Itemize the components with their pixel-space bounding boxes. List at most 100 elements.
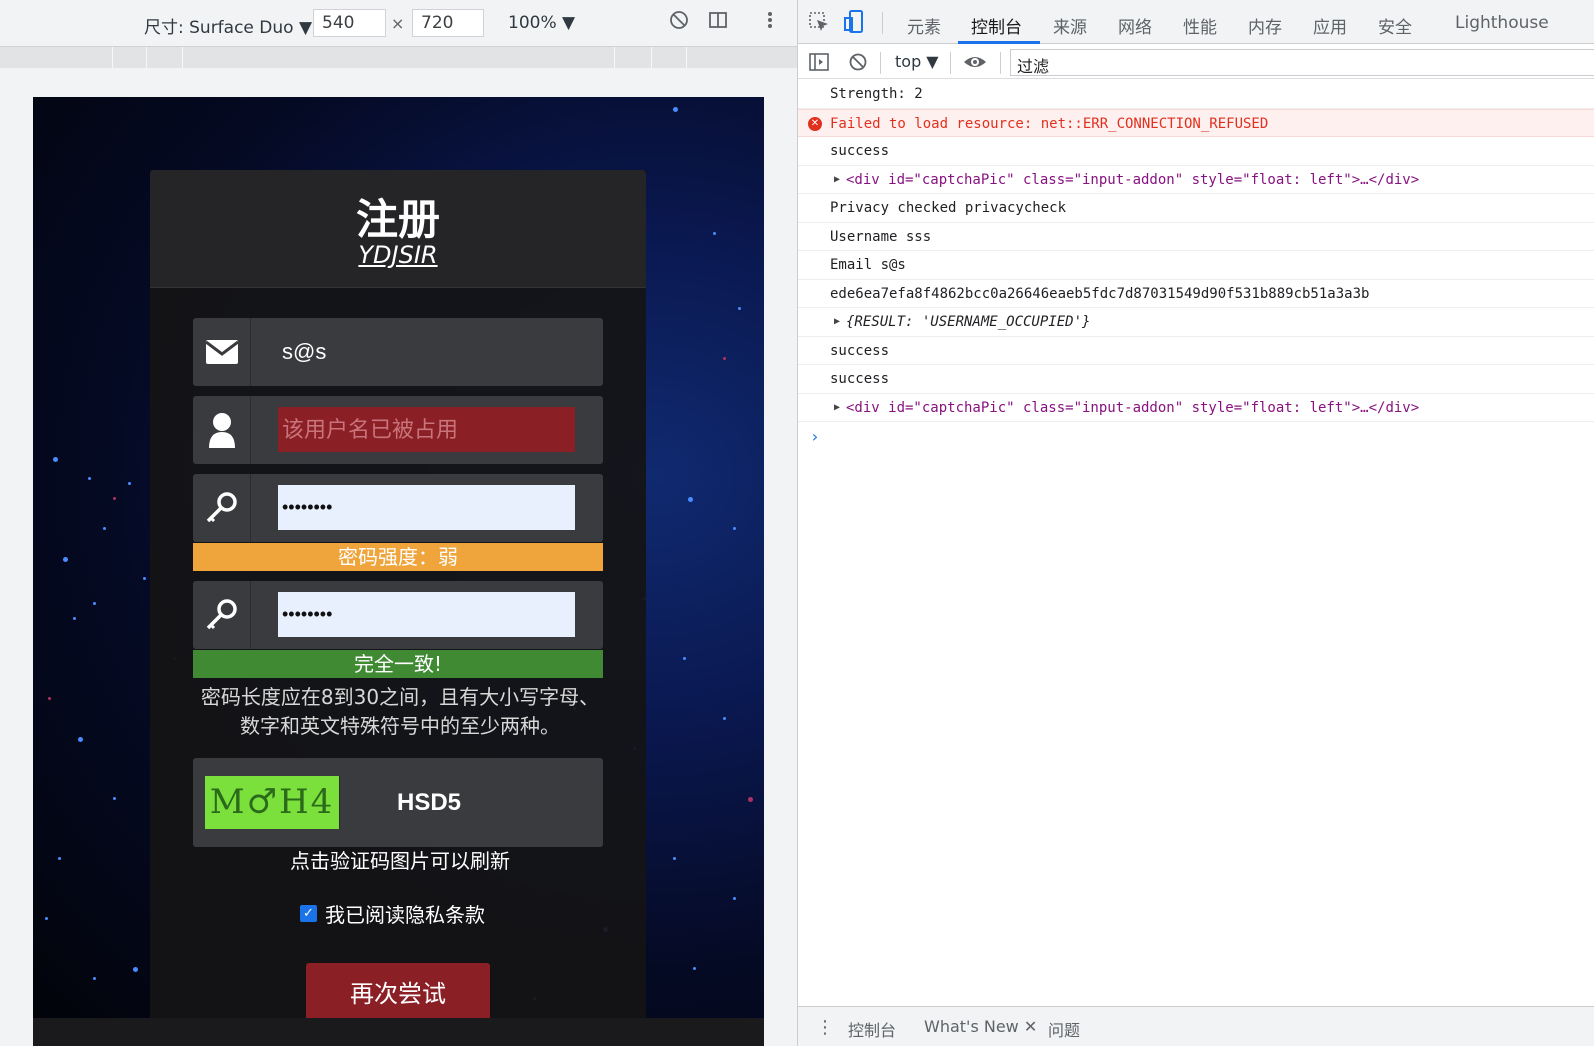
device-width-input[interactable]: 540 — [313, 9, 386, 37]
console-message: success — [830, 143, 890, 159]
console-filter-input[interactable]: 过滤 — [1010, 49, 1594, 76]
star-dot — [73, 617, 76, 620]
confirm-password-field[interactable]: •••••••• — [278, 592, 575, 637]
expand-triangle-icon[interactable]: ▶ — [834, 308, 840, 336]
password-rule-text: 密码长度应在8到30之间，且有大小写字母、数字和英文特殊符号中的至少两种。 — [200, 685, 600, 738]
tab-console[interactable]: 控制台 — [971, 13, 1022, 38]
star-dot — [748, 797, 753, 802]
console-log-line: success — [798, 365, 1594, 394]
star-dot — [693, 967, 696, 970]
tab-application[interactable]: 应用 — [1313, 13, 1347, 38]
console-log-line: Email s@s — [798, 251, 1594, 280]
console-toolbar: top ▼ 过滤 — [798, 46, 1594, 79]
tab-security[interactable]: 安全 — [1378, 13, 1412, 38]
star-dot — [113, 797, 116, 800]
console-log-line: success — [798, 337, 1594, 365]
username-row: 该用户名已被占用 — [193, 396, 603, 464]
drawer-tab-console[interactable]: 控制台 — [848, 1017, 896, 1041]
star-dot — [713, 232, 716, 235]
console-message: Failed to load resource: net::ERR_CONNEC… — [830, 115, 1269, 132]
tab-lighthouse[interactable]: Lighthouse — [1455, 13, 1549, 33]
device-height-input[interactable]: 720 — [412, 9, 484, 37]
disable-touch-icon[interactable] — [667, 10, 691, 34]
tab-sources[interactable]: 来源 — [1053, 13, 1087, 38]
page-footer-strip — [33, 1018, 764, 1046]
console-log-line: ede6ea7efa8f4862bcc0a26646eaeb5fdc7d8703… — [798, 280, 1594, 308]
device-toggle-icon[interactable] — [844, 10, 866, 39]
inspect-element-icon[interactable] — [808, 11, 830, 38]
privacy-checkbox[interactable]: ✓ — [300, 905, 317, 922]
context-selector[interactable]: top ▼ — [895, 52, 939, 71]
console-prompt[interactable]: › — [810, 427, 820, 446]
console-message: {RESULT: 'USERNAME_OCCUPIED'} — [846, 314, 1091, 330]
zoom-dropdown[interactable]: 100% ▼ — [508, 13, 575, 33]
card-header: 注册 YDJSIR — [150, 170, 646, 288]
dimension-separator: × — [391, 14, 405, 33]
star-dot — [78, 737, 83, 742]
expand-triangle-icon[interactable]: ▶ — [834, 166, 840, 194]
star-dot — [128, 482, 131, 485]
drawer-tab-whats-new[interactable]: What's New ✕ — [924, 1017, 1037, 1036]
star-dot — [53, 457, 58, 462]
captcha-refresh-hint: 点击验证码图片可以刷新 — [290, 849, 510, 873]
password-match-bar: 完全一致! — [193, 650, 603, 678]
console-message: <div id="captchaPic" class="input-addon"… — [846, 171, 1420, 188]
console-message: <div id="captchaPic" class="input-addon"… — [846, 399, 1420, 416]
drawer-menu-icon[interactable]: ⋮ — [816, 1017, 834, 1038]
console-message: Privacy checked privacycheck — [830, 200, 1067, 216]
sidebar-toggle-icon[interactable] — [809, 52, 829, 76]
page-title: 注册 — [355, 195, 440, 244]
star-dot — [688, 497, 693, 502]
register-card: 注册 YDJSIR s@s 该用户名已被占用 •••••••• 密码强度：弱 •… — [150, 170, 646, 1046]
tab-elements[interactable]: 元素 — [907, 13, 941, 38]
device-dimensions-dropdown[interactable]: 尺寸: Surface Duo ▼ — [144, 13, 312, 38]
star-dot — [133, 967, 138, 972]
tab-performance[interactable]: 性能 — [1183, 13, 1217, 38]
more-options-icon[interactable] — [758, 10, 782, 34]
console-log-line: Privacy checked privacycheck — [798, 194, 1594, 223]
retry-button[interactable]: 再次尝试 — [306, 963, 490, 1025]
star-dot — [723, 717, 726, 720]
star-dot — [673, 107, 678, 112]
star-dot — [113, 497, 116, 500]
star-dot — [93, 977, 96, 980]
captcha-image[interactable]: M♂H4 — [205, 776, 340, 829]
star-dot — [738, 307, 741, 310]
star-dot — [93, 602, 96, 605]
tab-network[interactable]: 网络 — [1118, 13, 1152, 38]
drawer-tab-issues[interactable]: 问题 — [1048, 1017, 1080, 1041]
star-dot — [103, 527, 106, 530]
email-field[interactable]: s@s — [278, 329, 575, 374]
clear-console-icon[interactable] — [848, 52, 868, 76]
star-dot — [48, 697, 51, 700]
key-icon — [193, 581, 251, 649]
star-dot — [45, 917, 48, 920]
screen: 尺寸: Surface Duo ▼ 540 × 720 100% ▼ 注册 YD… — [0, 0, 1594, 1046]
user-icon — [193, 396, 251, 464]
console-log-line[interactable]: ▶ <div id="captchaPic" class="input-addon… — [798, 394, 1594, 422]
console-error-line: ✕ Failed to load resource: net::ERR_CONNE… — [798, 108, 1594, 137]
console-log-line: success — [798, 137, 1594, 166]
device-toolbar: 尺寸: Surface Duo ▼ 540 × 720 100% ▼ — [0, 0, 797, 46]
username-field[interactable]: 该用户名已被占用 — [278, 407, 575, 452]
console-message: ede6ea7efa8f4862bcc0a26646eaeb5fdc7d8703… — [830, 285, 1370, 302]
live-expression-eye-icon[interactable] — [963, 52, 987, 76]
password-row: •••••••• — [193, 474, 603, 542]
error-icon: ✕ — [808, 116, 822, 131]
console-message: success — [830, 342, 890, 359]
media-query-ruler[interactable] — [0, 46, 797, 68]
console-log-line: Username sss — [798, 223, 1594, 251]
console-log-line[interactable]: ▶ <div id="captchaPic" class="input-addon… — [798, 166, 1594, 194]
page-subtitle-link[interactable]: YDJSIR — [150, 241, 646, 269]
star-dot — [733, 897, 736, 900]
confirm-password-row: •••••••• — [193, 581, 603, 649]
privacy-label[interactable]: 我已阅读隐私条款 — [325, 899, 485, 928]
dual-screen-icon[interactable] — [706, 10, 730, 34]
star-dot — [683, 657, 686, 660]
tab-memory[interactable]: 内存 — [1248, 13, 1282, 38]
captcha-input[interactable]: HSD5 — [397, 758, 461, 847]
console-log-line[interactable]: ▶ {RESULT: 'USERNAME_OCCUPIED'} — [798, 308, 1594, 337]
star-dot — [723, 357, 726, 360]
expand-triangle-icon[interactable]: ▶ — [834, 394, 840, 422]
password-field[interactable]: •••••••• — [278, 485, 575, 530]
